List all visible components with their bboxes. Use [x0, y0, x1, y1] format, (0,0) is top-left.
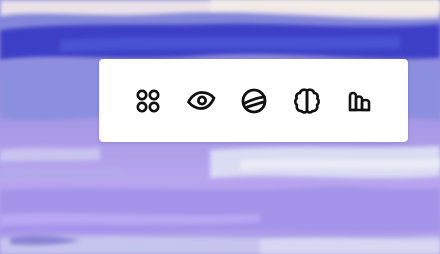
- planet-button[interactable]: [235, 82, 273, 120]
- apps-icon: [136, 89, 160, 112]
- eye-icon: [187, 90, 216, 110]
- apps-button[interactable]: [129, 82, 167, 120]
- eye-button[interactable]: [182, 82, 220, 120]
- bar-chart-icon: [348, 91, 371, 111]
- bar-chart-button[interactable]: [341, 82, 379, 120]
- brain-button[interactable]: [288, 82, 326, 120]
- planet-icon: [241, 88, 267, 113]
- brain-icon: [294, 87, 320, 114]
- icon-toolbar: [99, 59, 408, 142]
